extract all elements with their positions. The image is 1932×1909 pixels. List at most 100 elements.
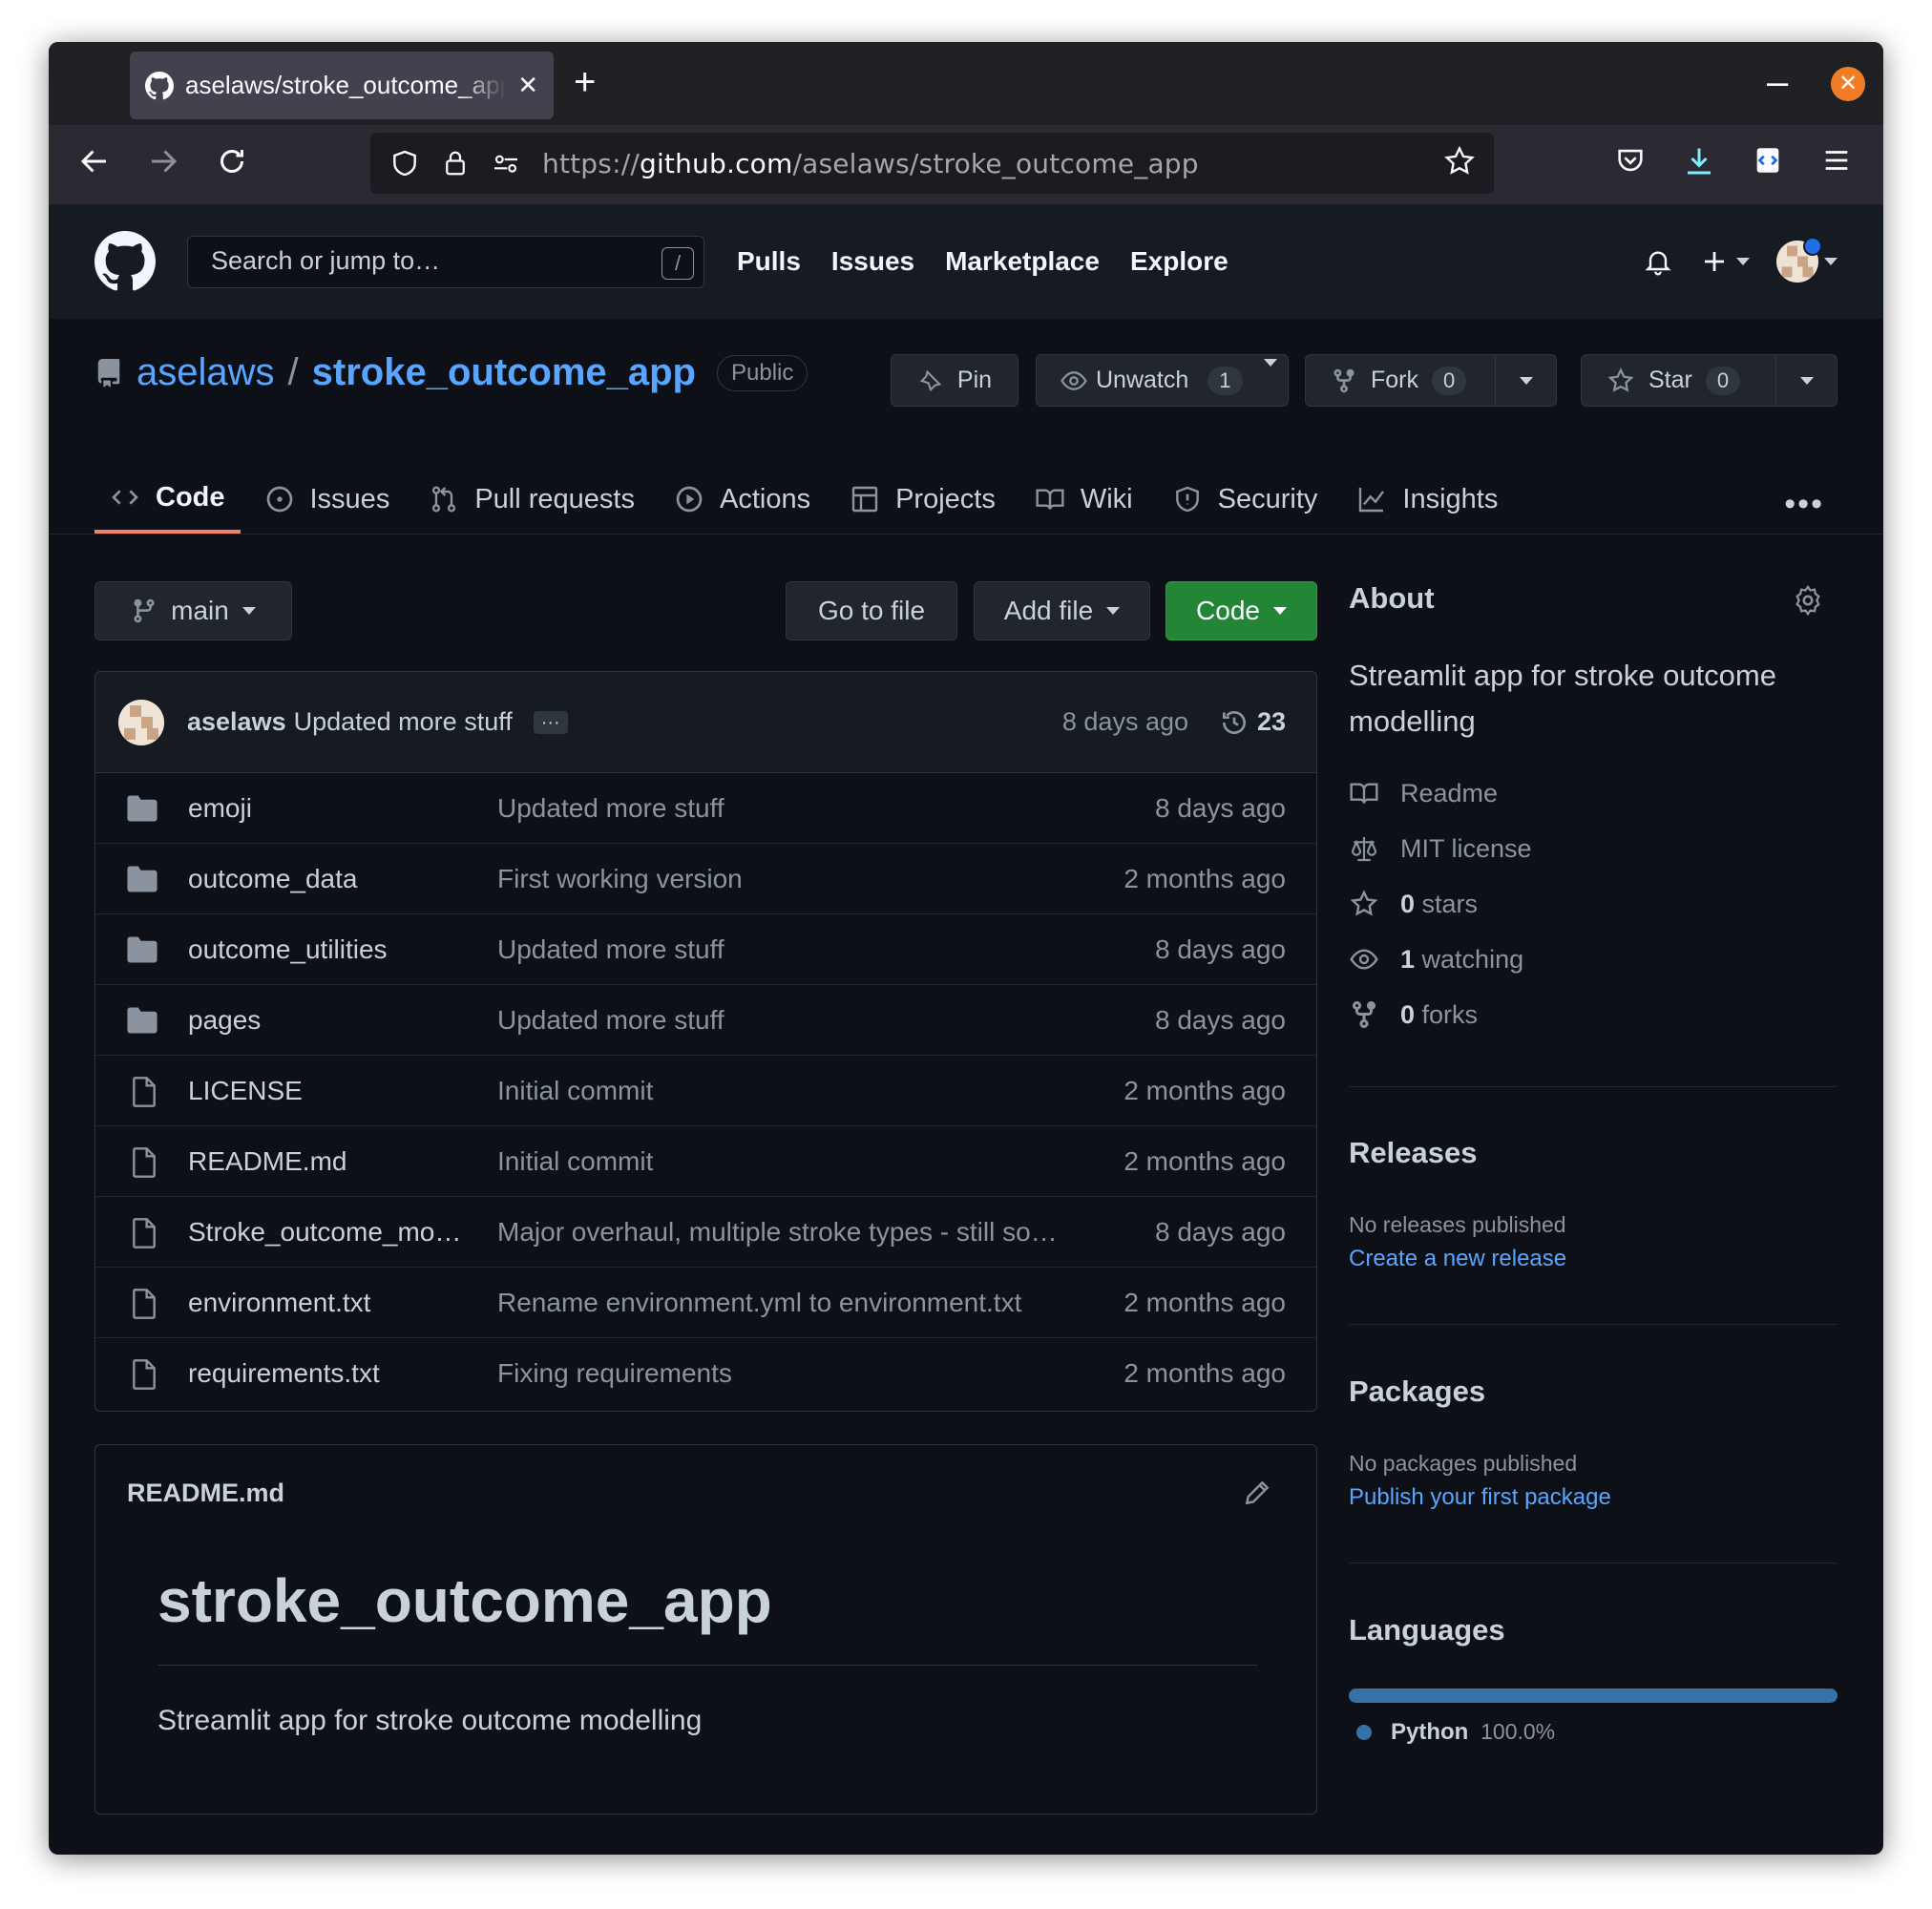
nav-marketplace[interactable]: Marketplace — [945, 246, 1100, 277]
pencil-icon[interactable] — [1242, 1478, 1272, 1508]
downloads-icon[interactable] — [1682, 144, 1716, 178]
reload-icon[interactable] — [215, 144, 249, 178]
file-commit-message[interactable]: First working version — [497, 864, 1060, 894]
file-name-link[interactable]: README.md — [188, 1146, 465, 1177]
repo-name-link[interactable]: stroke_outcome_app — [312, 351, 696, 394]
file-commit-message[interactable]: Major overhaul, multiple stroke types - … — [497, 1217, 1060, 1248]
table-row[interactable]: requirements.txt Fixing requirements 2 mon… — [95, 1338, 1316, 1409]
readme-link[interactable]: Readme — [1349, 778, 1498, 808]
file-commit-message[interactable]: Rename environment.yml to environment.tx… — [497, 1288, 1060, 1318]
user-menu-button[interactable] — [1776, 237, 1838, 283]
license-link[interactable]: MIT license — [1349, 833, 1532, 864]
file-commit-message[interactable]: Initial commit — [497, 1146, 1060, 1177]
url-bar[interactable]: https://github.com/aselaws/stroke_outcom… — [370, 133, 1494, 194]
repo-icon — [94, 358, 123, 388]
fork-dropdown[interactable] — [1495, 355, 1556, 406]
notifications-bell-icon[interactable] — [1643, 246, 1673, 277]
unwatch-dropdown[interactable] — [1263, 359, 1277, 394]
file-commit-message[interactable]: Updated more stuff — [497, 934, 1060, 965]
permissions-icon[interactable] — [491, 148, 521, 178]
file-commit-message[interactable]: Updated more stuff — [497, 793, 1060, 824]
unwatch-button[interactable]: Unwatch 1 — [1036, 354, 1289, 407]
commit-message[interactable]: Updated more stuff — [294, 707, 513, 737]
file-name-link[interactable]: outcome_utilities — [188, 934, 465, 965]
gear-icon[interactable] — [1792, 584, 1824, 617]
languages-title: Languages — [1349, 1613, 1505, 1647]
shield-icon[interactable] — [389, 148, 420, 178]
tab-insights[interactable]: Insights — [1341, 465, 1513, 534]
tab-actions[interactable]: Actions — [659, 465, 826, 534]
star-button[interactable]: Star 0 — [1581, 354, 1838, 407]
fork-main[interactable]: Fork 0 — [1306, 366, 1495, 395]
menu-icon[interactable] — [1820, 144, 1853, 177]
nav-explore[interactable]: Explore — [1130, 246, 1228, 277]
table-row[interactable]: outcome_utilities Updated more stuff 8 day… — [95, 914, 1316, 985]
forward-icon[interactable] — [146, 144, 180, 178]
branch-select[interactable]: main — [94, 581, 292, 640]
file-name-link[interactable]: requirements.txt — [188, 1358, 465, 1389]
add-file-button[interactable]: Add file — [974, 581, 1150, 640]
table-row[interactable]: pages Updated more stuff 8 days ago — [95, 985, 1316, 1056]
repo-owner-link[interactable]: aselaws — [136, 351, 275, 394]
file-name-link[interactable]: emoji — [188, 793, 465, 824]
tab-issues[interactable]: Issues — [249, 465, 406, 534]
tab-close-icon[interactable]: ✕ — [517, 71, 538, 100]
table-row[interactable]: README.md Initial commit 2 months ago — [95, 1126, 1316, 1197]
publish-package-link[interactable]: Publish your first package — [1349, 1484, 1611, 1511]
commit-history-link[interactable]: 23 — [1219, 707, 1286, 738]
tab-wiki[interactable]: Wiki — [1019, 465, 1148, 534]
file-name-link[interactable]: environment.txt — [188, 1288, 465, 1318]
table-row[interactable]: outcome_data First working version 2 month… — [95, 844, 1316, 914]
file-name-link[interactable]: pages — [188, 1005, 465, 1036]
table-row[interactable]: environment.txt Rename environment.yml to… — [95, 1268, 1316, 1338]
table-row[interactable]: Stroke_outcome_mo… Major overhaul, multip… — [95, 1197, 1316, 1268]
avatar[interactable] — [118, 699, 164, 745]
tab-pull-requests[interactable]: Pull requests — [413, 465, 650, 534]
file-name-link[interactable]: LICENSE — [188, 1076, 465, 1106]
file-name-link[interactable]: outcome_data — [188, 864, 465, 894]
stars-link[interactable]: 0 stars — [1349, 889, 1478, 919]
language-item[interactable]: Python 100.0% — [1356, 1719, 1555, 1746]
window-close-icon[interactable]: ✕ — [1831, 67, 1865, 101]
create-new-button[interactable] — [1700, 247, 1750, 276]
packages-title[interactable]: Packages — [1349, 1374, 1485, 1409]
star-dropdown[interactable] — [1775, 355, 1837, 406]
file-name-link[interactable]: Stroke_outcome_mo… — [188, 1217, 465, 1248]
commit-time[interactable]: 8 days ago — [1062, 707, 1188, 737]
nav-issues[interactable]: Issues — [831, 246, 914, 277]
commit-author[interactable]: aselaws — [187, 707, 286, 737]
tab-code[interactable]: Code — [94, 465, 241, 534]
tab-projects[interactable]: Projects — [834, 465, 1011, 534]
readme-filename[interactable]: README.md — [127, 1479, 284, 1508]
star-main[interactable]: Star 0 — [1582, 366, 1775, 395]
search-input[interactable]: Search or jump to… / — [187, 236, 704, 288]
extension-icon[interactable] — [1752, 144, 1784, 177]
file-commit-message[interactable]: Updated more stuff — [497, 1005, 1060, 1036]
tab-security-label: Security — [1217, 483, 1318, 514]
go-to-file-button[interactable]: Go to file — [786, 581, 957, 640]
file-commit-message[interactable]: Fixing requirements — [497, 1358, 1060, 1389]
releases-title[interactable]: Releases — [1349, 1136, 1477, 1170]
create-release-link[interactable]: Create a new release — [1349, 1246, 1566, 1272]
github-logo-icon[interactable] — [94, 231, 156, 292]
new-tab-button[interactable]: + — [574, 61, 596, 103]
commit-expand-button[interactable]: ··· — [533, 710, 568, 734]
watching-link[interactable]: 1 watching — [1349, 944, 1523, 975]
code-button[interactable]: Code — [1166, 581, 1317, 640]
back-icon[interactable] — [77, 144, 112, 178]
forks-link[interactable]: 0 forks — [1349, 999, 1478, 1030]
minimize-icon[interactable]: – — [1767, 61, 1788, 104]
nav-pulls[interactable]: Pulls — [737, 246, 801, 277]
table-row[interactable]: LICENSE Initial commit 2 months ago — [95, 1056, 1316, 1126]
pocket-icon[interactable] — [1614, 144, 1647, 177]
browser-tab[interactable]: aselaws/stroke_outcome_app ✕ — [130, 52, 554, 119]
table-row[interactable]: emoji Updated more stuff 8 days ago — [95, 773, 1316, 844]
pin-button[interactable]: Pin — [891, 354, 1018, 407]
file-commit-message[interactable]: Initial commit — [497, 1076, 1060, 1106]
bookmark-star-icon[interactable] — [1442, 144, 1477, 178]
lock-icon[interactable] — [441, 149, 470, 178]
tab-security[interactable]: Security — [1157, 465, 1334, 534]
more-options-icon[interactable]: ••• — [1784, 486, 1824, 523]
unwatch-main[interactable]: Unwatch 1 — [1037, 366, 1243, 395]
fork-button[interactable]: Fork 0 — [1305, 354, 1557, 407]
